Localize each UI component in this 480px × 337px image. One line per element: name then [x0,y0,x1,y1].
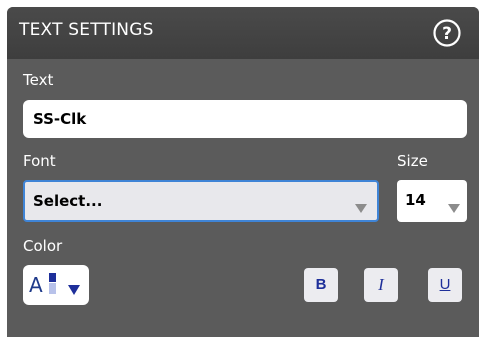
color-picker-button[interactable]: A [23,265,89,305]
size-select[interactable]: 14 [397,180,467,222]
font-color-icon: A [29,273,43,297]
underline-button[interactable]: U [428,268,462,302]
color-swatch-primary [49,273,56,282]
size-label: Size [397,152,428,170]
dialog-title: TEXT SETTINGS [19,20,154,40]
color-label: Color [23,237,63,255]
bold-button[interactable]: B [304,268,338,302]
font-select-value: Select... [33,192,103,210]
chevron-down-icon [68,280,80,299]
chevron-down-icon [448,198,460,217]
color-swatch-secondary [49,283,56,294]
size-select-value: 14 [405,191,426,209]
text-settings-dialog: TEXT SETTINGS ? Text SS-Clk Font Size Se… [7,7,479,337]
font-select[interactable]: Select... [23,180,379,222]
svg-text:?: ? [442,24,452,44]
italic-button[interactable]: I [364,268,398,302]
chevron-down-icon [355,198,367,217]
dialog-titlebar: TEXT SETTINGS ? [7,7,479,59]
text-input[interactable]: SS-Clk [23,100,467,138]
help-icon[interactable]: ? [432,18,462,48]
text-label: Text [23,71,54,89]
font-label: Font [23,152,56,170]
